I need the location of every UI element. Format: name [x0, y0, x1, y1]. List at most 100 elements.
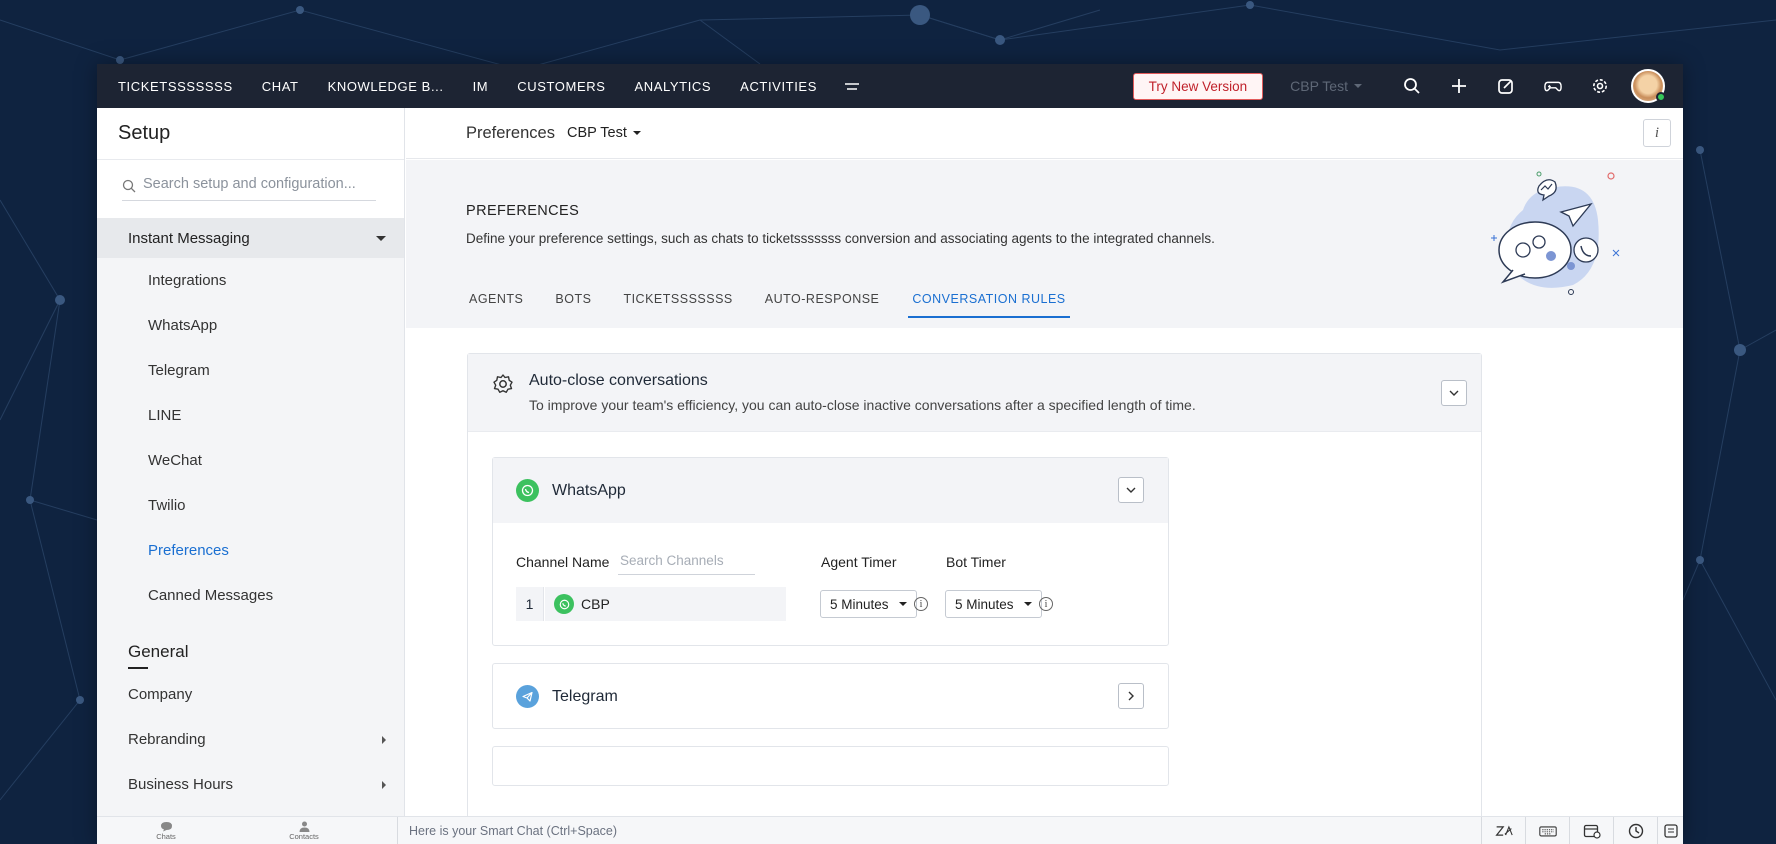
chevron-right-icon — [382, 780, 386, 789]
expand-telegram-button[interactable] — [1118, 683, 1144, 709]
sidebar-item-whatsapp[interactable]: WhatsApp — [97, 303, 404, 348]
next-channel-card — [492, 746, 1169, 786]
sidebar-item-rebranding[interactable]: Rebranding — [97, 717, 404, 762]
bot-timer-select[interactable]: 5 Minutes — [945, 590, 1042, 618]
tab-tickets[interactable]: TICKETSSSSSSS — [623, 282, 732, 318]
department-selector[interactable]: CBP Test — [567, 125, 641, 141]
chevron-down-icon — [632, 131, 641, 135]
contacts-tab[interactable]: Contacts — [235, 821, 373, 841]
zia-icon[interactable] — [1481, 816, 1525, 844]
sidebar-item-canned-messages[interactable]: Canned Messages — [97, 573, 404, 618]
bot-timer-info-icon[interactable]: i — [1039, 597, 1053, 611]
add-icon[interactable] — [1435, 77, 1482, 95]
sidebar-group-instant-messaging[interactable]: Instant Messaging — [97, 218, 404, 258]
conversation-rules-content: Auto-close conversations To improve your… — [406, 328, 1683, 844]
banner-title: PREFERENCES — [466, 203, 580, 219]
chevron-down-icon — [898, 602, 907, 606]
collapse-whatsapp-button[interactable] — [1118, 477, 1144, 503]
rule-title: Auto-close conversations — [529, 372, 708, 389]
tab-agents[interactable]: AGENTS — [469, 282, 523, 318]
calendar-check-icon[interactable] — [1569, 816, 1613, 844]
column-header-bot-timer: Bot Timer — [946, 554, 1006, 570]
sidebar-item-preferences[interactable]: Preferences — [97, 528, 404, 573]
chevron-down-icon — [1023, 602, 1032, 606]
column-header-agent-timer: Agent Timer — [821, 554, 897, 570]
department-label: CBP Test — [1290, 78, 1348, 94]
nav-tickets[interactable]: TICKETSSSSSSS — [118, 79, 233, 94]
preferences-banner: PREFERENCES Define your preference setti… — [406, 160, 1683, 328]
avatar[interactable] — [1631, 69, 1666, 103]
banner-description: Define your preference settings, such as… — [466, 231, 1215, 246]
bot-timer-value: 5 Minutes — [955, 596, 1014, 612]
setup-sidebar: Setup Instant Messaging Integrations Wha… — [97, 108, 405, 816]
tab-conversation-rules[interactable]: CONVERSATION RULES — [908, 282, 1070, 318]
nav-analytics[interactable]: ANALYTICS — [634, 79, 711, 94]
try-new-version-button[interactable]: Try New Version — [1132, 72, 1264, 100]
nav-activities[interactable]: ACTIVITIES — [740, 79, 817, 94]
page-header: Preferences CBP Test i — [406, 108, 1683, 159]
nav-im[interactable]: IM — [473, 79, 489, 94]
contacts-tab-label: Contacts — [289, 831, 319, 841]
preference-tabs: AGENTS BOTS TICKETSSSSSSS AUTO-RESPONSE … — [466, 282, 1099, 318]
info-button[interactable]: i — [1643, 119, 1671, 147]
department-dropdown[interactable]: CBP Test — [1290, 78, 1362, 94]
tab-bots[interactable]: BOTS — [555, 282, 591, 318]
chats-tab[interactable]: Chats — [97, 821, 235, 841]
tab-auto-response[interactable]: AUTO-RESPONSE — [765, 282, 880, 318]
sidebar-title: Setup — [97, 108, 404, 160]
nav-knowledge-base[interactable]: KNOWLEDGE B... — [328, 79, 444, 94]
chevron-right-icon — [382, 735, 386, 744]
gear-icon[interactable] — [1576, 77, 1623, 95]
sidebar-group-label: Instant Messaging — [128, 229, 250, 247]
column-header-channel-name: Channel Name — [516, 554, 610, 570]
whatsapp-channels-table: Channel Name Agent Timer Bot Timer 1 CBP… — [493, 523, 1168, 646]
chat-bubble-icon — [160, 821, 172, 831]
collapse-rule-button[interactable] — [1441, 380, 1467, 406]
row-number: 1 — [516, 587, 544, 621]
sidebar-item-line[interactable]: LINE — [97, 393, 404, 438]
agent-timer-info-icon[interactable]: i — [914, 597, 928, 611]
channel-name: WhatsApp — [552, 481, 626, 499]
search-icon[interactable] — [1388, 77, 1435, 95]
page-title: Preferences — [466, 123, 555, 142]
nav-chat[interactable]: CHAT — [262, 79, 299, 94]
telegram-channel-card[interactable]: Telegram — [492, 663, 1169, 729]
contacts-icon — [299, 821, 309, 832]
sidebar-item-twilio[interactable]: Twilio — [97, 483, 404, 528]
smart-chat-input[interactable]: Here is your Smart Chat (Ctrl+Space) — [397, 816, 1481, 844]
compose-icon[interactable] — [1482, 77, 1529, 95]
whatsapp-header: WhatsApp — [493, 458, 1168, 523]
clock-icon[interactable] — [1613, 816, 1657, 844]
chat-bubbles-illustration — [1491, 171, 1620, 295]
nav-customers[interactable]: CUSTOMERS — [517, 79, 605, 94]
search-channels-input[interactable] — [618, 553, 755, 575]
sidebar-search — [97, 160, 404, 218]
chevron-right-icon — [1128, 691, 1134, 701]
telegram-icon — [516, 685, 539, 708]
bottom-bar: Chats Contacts Here is your Smart Chat (… — [97, 816, 1683, 844]
gamepad-icon[interactable] — [1529, 77, 1576, 95]
notes-icon[interactable] — [1657, 816, 1683, 844]
whatsapp-icon — [554, 594, 574, 614]
online-status-icon — [1656, 92, 1666, 102]
top-navigation: TICKETSSSSSSS CHAT KNOWLEDGE B... IM CUS… — [97, 64, 1683, 108]
agent-timer-value: 5 Minutes — [830, 596, 889, 612]
rule-description: To improve your team's efficiency, you c… — [529, 397, 1196, 413]
channel-row-name: CBP — [581, 596, 610, 612]
keyboard-icon[interactable] — [1525, 816, 1569, 844]
chats-tab-label: Chats — [156, 831, 176, 841]
agent-timer-select[interactable]: 5 Minutes — [820, 590, 917, 618]
telegram-header: Telegram — [493, 664, 1168, 729]
sidebar-item-company[interactable]: Company — [97, 672, 404, 717]
gear-icon — [493, 374, 513, 393]
setup-search-input[interactable] — [122, 174, 376, 201]
sidebar-section-general: General — [97, 630, 404, 672]
sidebar-item-integrations[interactable]: Integrations — [97, 258, 404, 303]
sidebar-item-label: Company — [128, 686, 193, 703]
sidebar-item-wechat[interactable]: WeChat — [97, 438, 404, 483]
sidebar-item-telegram[interactable]: Telegram — [97, 348, 404, 393]
auto-close-rule-card: Auto-close conversations To improve your… — [467, 353, 1482, 844]
sidebar-item-business-hours[interactable]: Business Hours — [97, 762, 404, 807]
more-menu-icon[interactable] — [844, 81, 860, 91]
chevron-down-icon — [376, 235, 386, 241]
